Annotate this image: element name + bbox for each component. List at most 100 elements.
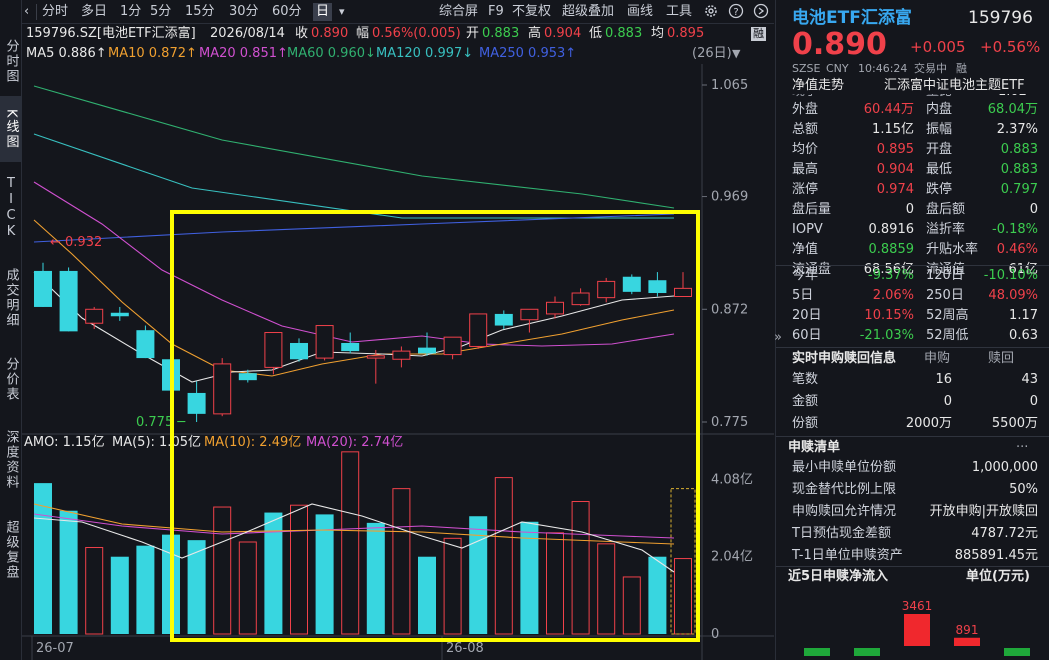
tab-timeshare[interactable]: 分时图 [0,30,22,92]
expand-panel-icon[interactable]: » [774,330,782,345]
info-key: 振幅 [926,122,953,137]
help-icon[interactable]: ? [728,3,744,21]
candle-body [264,332,283,368]
composite-screen-button[interactable]: 综合屏 [439,3,478,21]
volume-bar [238,541,257,635]
outflow-bar [1004,648,1030,656]
subscription-row: 份额 2000万 5500万 [776,414,1049,434]
volume-bar [648,556,667,634]
ma10-legend: MA10 0.872↑ [108,46,197,61]
more-icon[interactable]: ··· [1016,438,1028,458]
tools-button[interactable]: 工具 [666,3,692,21]
super-overlay-button[interactable]: 超级叠加 [562,3,614,21]
volume-tick-label: 2.04亿 [711,550,753,565]
range-dropdown-icon[interactable]: ▼ [732,44,740,64]
info-value: 60.44万 [863,102,914,117]
nav-left-button[interactable]: ‹ [24,3,29,21]
amo-ma5-line [33,503,675,573]
tab-label: 超级复盘 [3,520,19,580]
price-tick-label: 0.969 [711,190,748,205]
ma5-legend: MA5 0.886↑ [26,46,107,61]
info-value: 1.15亿 [872,122,914,137]
info-key: 250日 [926,288,964,303]
info-key: 升贴水率 [926,242,979,257]
volume-bar [469,516,488,634]
price-change: +0.005 [910,38,966,56]
high-value: 0.904 [544,26,582,41]
redeem-value: 5500万 [991,416,1038,431]
low-value: 0.883 [605,26,643,41]
tab-depth-info[interactable]: 深度资料 [0,418,22,502]
tab-trade-detail[interactable]: 成交明细 [0,256,22,340]
tab-kline[interactable]: K线图 [0,96,22,162]
period-5min[interactable]: 5分 [150,3,171,21]
list-item: 现金替代比例上限 50% [776,480,1049,500]
period-daily[interactable]: 日 [313,3,333,21]
kline-chart[interactable]: 1.065 0.969 0.872 0.775 ← 0.932 0.775 ─ 4.08亿 2… [22,64,774,660]
period-15min[interactable]: 15分 [185,3,215,21]
fund-code: 159796 [968,8,1033,28]
inflow-bar [954,637,980,646]
collapse-icon[interactable] [753,3,769,21]
period-30min[interactable]: 30分 [229,3,259,21]
period-multiday[interactable]: 多日 [81,3,107,21]
info-row: 5日 2.06% 250日 48.09% [776,286,1049,306]
volume-bar [366,522,385,634]
price-change-pct: +0.56% [980,38,1041,56]
quote-info-row: 159796.SZ[电池ETF汇添富] 2026/08/14 收 0.890 幅… [22,24,774,44]
redeem-value: 43 [1021,372,1038,387]
volume-bar [290,504,308,635]
ma120-legend: MA120 0.997↓ [376,46,474,61]
row-key: 最小申赎单位份额 [792,460,897,475]
tab-label: K线图 [3,108,19,150]
period-1d-intraday[interactable]: 分时 [42,3,68,21]
tab-super-replay[interactable]: 超级复盘 [0,508,22,592]
avg-label: 均 [651,26,665,41]
range-selector[interactable]: (26日) [692,44,732,64]
info-row: 60日 -21.03% 52周低 0.63 [776,326,1049,346]
high-label: 高 [528,26,542,41]
tab-label: 成交明细 [3,268,19,328]
candle-body [520,308,539,321]
close-label: 收 [295,26,309,41]
list-item: 申购赎回允许情况 开放申购|开放赎回 [776,502,1049,522]
candle-body [34,270,52,307]
f9-button[interactable]: F9 [488,3,504,21]
period-dropdown-icon[interactable]: ▾ [339,3,345,21]
ma20-line [33,181,675,347]
avg-value: 0.895 [667,26,705,41]
row-value: 50% [1009,482,1038,497]
gear-icon[interactable] [703,3,719,21]
list-item: 最小申赎单位份额 1,000,000 [776,458,1049,478]
x-tick-label: 26-07 [36,641,74,656]
ma250-line [33,213,675,243]
draw-line-button[interactable]: 画线 [627,3,653,21]
candle-body [238,373,257,381]
subscription-row: 笔数 16 43 [776,370,1049,390]
kline-chart-svg: 1.065 0.969 0.872 0.775 ← 0.932 0.775 ─ 4.08亿 2… [22,64,774,660]
high-mark-label: ← 0.932 [50,235,102,250]
volume-tick-label: 0 [711,627,719,642]
nav-trend-link[interactable]: 净值走势 [792,76,844,96]
subscribe-value: 0 [943,394,952,409]
ma-legend-row: MA5 0.886↑ MA10 0.872↑ MA20 0.851↑ MA60 … [22,44,774,64]
left-tab-bar: 分时图 K线图 TICK 成交明细 分价表 深度资料 超级复盘 [0,0,22,660]
tab-tick[interactable]: TICK [0,166,22,250]
info-value: -21.03% [859,328,914,343]
tab-price-distribution[interactable]: 分价表 [0,346,22,412]
low-mark-label: 0.775 ─ [136,415,185,430]
info-value: 1.17 [1009,308,1038,323]
inflow-bar [904,614,930,646]
info-key: 52周高 [926,308,969,323]
price-tick-label: 0.872 [711,302,748,317]
ma120-line [33,133,674,219]
period-60min[interactable]: 60分 [272,3,302,21]
tab-label: TICK [3,176,19,240]
net-inflow-title: 近5日申赎净流入 [788,569,889,584]
period-1min[interactable]: 1分 [120,3,141,21]
row-value: 885891.45元 [954,548,1038,563]
no-adjust-button[interactable]: 不复权 [512,3,551,21]
candle-body [648,280,667,294]
price-tick-label: 0.775 [711,415,748,430]
price-tick-label: 1.065 [711,78,748,93]
